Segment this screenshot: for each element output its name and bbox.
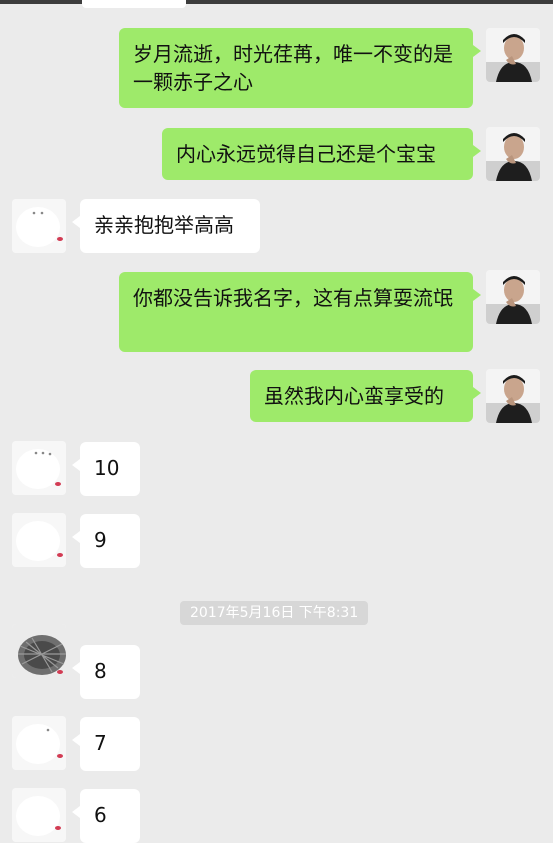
contact-avatar[interactable]	[12, 513, 66, 567]
my-avatar[interactable]	[486, 270, 540, 324]
contact-avatar[interactable]	[12, 199, 66, 253]
message-text: 内心永远觉得自己还是个宝宝	[176, 142, 436, 166]
sketch-scribble-avatar-icon	[12, 624, 66, 678]
timestamp-text: 2017年5月16日 下午8:31	[190, 605, 359, 621]
white-cloud-avatar-icon	[12, 441, 66, 495]
white-cloud-avatar-icon	[12, 513, 66, 567]
timestamp-pill: 2017年5月16日 下午8:31	[180, 601, 369, 625]
received-message-bubble[interactable]: 8	[72, 645, 140, 699]
white-cloud-avatar-icon	[12, 199, 66, 253]
sent-message-bubble[interactable]: 内心永远觉得自己还是个宝宝	[162, 128, 481, 180]
contact-avatar[interactable]	[12, 716, 66, 770]
white-cloud-avatar-icon	[12, 788, 66, 842]
contact-avatar[interactable]	[12, 624, 66, 678]
my-avatar[interactable]	[486, 127, 540, 181]
sent-message-bubble[interactable]: 岁月流逝，时光荏苒，唯一不变的是一颗赤子之心	[119, 28, 481, 108]
message-text: 岁月流逝，时光荏苒，唯一不变的是一颗赤子之心	[133, 42, 453, 94]
received-message-bubble[interactable]: 9	[72, 514, 140, 568]
man-portrait-icon	[486, 369, 540, 423]
received-message-bubble[interactable]: 6	[72, 789, 140, 843]
my-avatar[interactable]	[486, 28, 540, 82]
my-avatar[interactable]	[486, 369, 540, 423]
message-text: 你都没告诉我名字，这有点算耍流氓	[133, 286, 453, 310]
received-message-bubble[interactable]: 7	[72, 717, 140, 771]
sent-message-bubble[interactable]: 虽然我内心蛮享受的	[250, 370, 481, 422]
man-portrait-icon	[486, 127, 540, 181]
message-text: 9	[94, 528, 107, 552]
sent-message-bubble[interactable]: 你都没告诉我名字，这有点算耍流氓	[119, 272, 481, 352]
man-portrait-icon	[486, 28, 540, 82]
message-text: 6	[94, 803, 107, 827]
message-text: 7	[94, 731, 107, 755]
received-message-bubble[interactable]: 亲亲抱抱举高高	[72, 199, 260, 253]
previous-message-bubble	[82, 0, 186, 8]
message-text: 10	[94, 456, 120, 480]
message-text: 亲亲抱抱举高高	[94, 213, 234, 237]
white-cloud-avatar-icon	[12, 716, 66, 770]
man-portrait-icon	[486, 270, 540, 324]
message-text: 虽然我内心蛮享受的	[264, 384, 444, 408]
message-text: 8	[94, 659, 107, 683]
contact-avatar[interactable]	[12, 441, 66, 495]
received-message-bubble[interactable]: 10	[72, 442, 140, 496]
contact-avatar[interactable]	[12, 788, 66, 842]
